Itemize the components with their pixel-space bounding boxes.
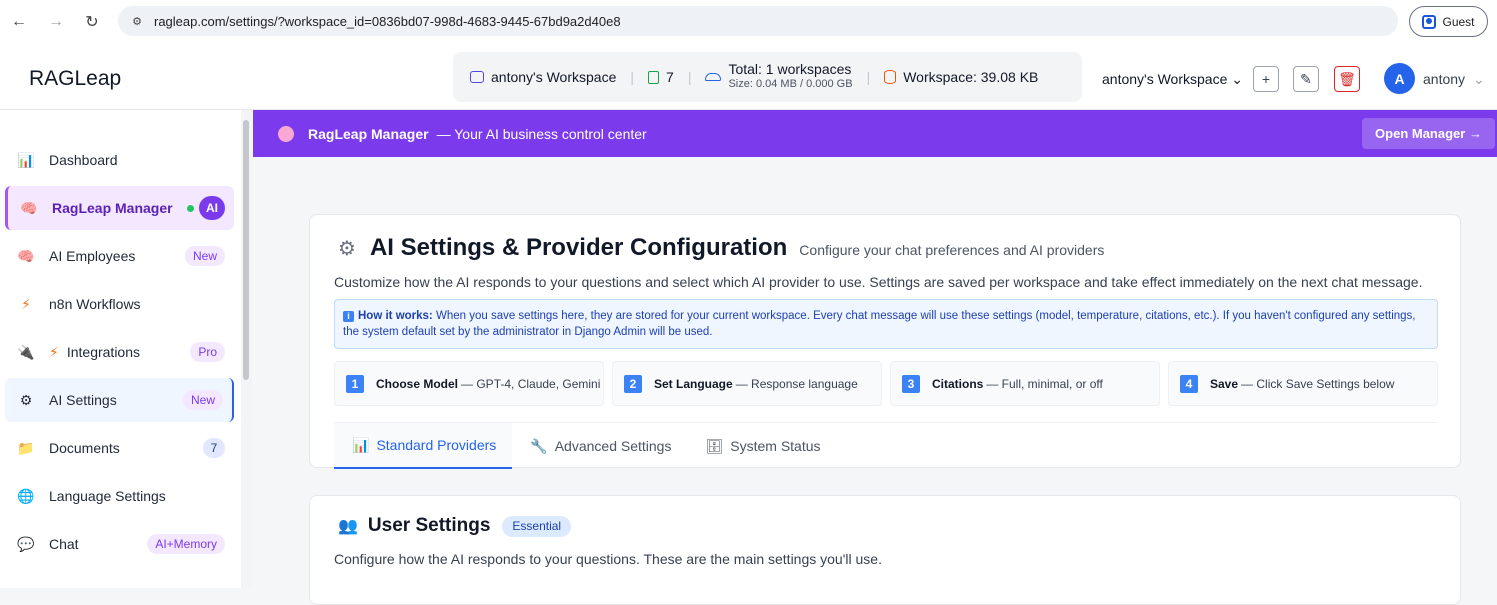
sidebar-item-dashboard[interactable]: 📊 Dashboard — [5, 138, 234, 182]
url-text: ragleap.com/settings/?workspace_id=0836b… — [154, 13, 621, 29]
essential-badge: Essential — [502, 515, 572, 537]
banner-title: RagLeap Manager — [308, 125, 429, 142]
sidebar-item-chat[interactable]: 💬 Chat AI+Memory — [5, 522, 234, 566]
app-header: RAGLeap antony's Workspace | 7 | Total: … — [0, 44, 1497, 110]
address-bar[interactable]: ⚙ ragleap.com/settings/?workspace_id=083… — [118, 6, 1398, 36]
open-manager-button[interactable]: Open Manager → — [1362, 118, 1495, 149]
settings-tabs: 📊 Standard Providers 🔧 Advanced Settings… — [334, 422, 1438, 469]
gear-icon: ⚙ — [19, 391, 33, 408]
browser-toolbar: ← → ↻ ⚙ ragleap.com/settings/?workspace_… — [0, 0, 1497, 44]
trash-icon: 🗑 — [1338, 70, 1356, 87]
count-badge: 7 — [203, 438, 225, 458]
brain-icon — [278, 125, 294, 142]
step-save: 4 Save — Click Save Settings below — [1168, 361, 1438, 406]
reload-icon[interactable]: ↻ — [81, 11, 103, 33]
person-icon — [1422, 14, 1437, 29]
sidebar-item-ai-employees[interactable]: 🧠 AI Employees New — [5, 234, 234, 278]
step-choose-model: 1 Choose Model — GPT-4, Claude, Gemini — [334, 361, 604, 406]
page-title: ⚙ AI Settings & Provider Configuration C… — [338, 234, 1105, 261]
page-subtitle: Configure your chat preferences and AI p… — [799, 242, 1105, 258]
sidebar-item-language-settings[interactable]: 🌐 Language Settings — [5, 474, 234, 518]
users-icon: 👥 — [338, 518, 358, 535]
step-set-language: 2 Set Language — Response language — [612, 361, 882, 406]
document-icon — [648, 70, 660, 84]
brain-icon: 🧠 — [17, 247, 35, 264]
tab-standard-providers[interactable]: 📊 Standard Providers — [334, 423, 513, 469]
lightning-icon: ⚡ — [21, 295, 31, 312]
divider: | — [687, 69, 692, 85]
edit-workspace-button[interactable]: ✎ — [1293, 66, 1319, 92]
section-title: 👥 User Settings Essential — [338, 515, 572, 537]
gear-icon: ⚙ — [338, 238, 356, 260]
online-dot — [187, 205, 194, 212]
wrench-icon: 🔧 — [530, 437, 548, 454]
plus-icon: + — [1261, 71, 1271, 87]
box-icon — [470, 71, 484, 83]
workspace-stats: antony's Workspace | 7 | Total: 1 worksp… — [453, 52, 1082, 102]
chevron-down-icon: ⌄ — [1231, 71, 1243, 87]
section-description: Configure how the AI responds to your qu… — [334, 551, 882, 567]
bar-chart-icon: 📊 — [17, 151, 35, 168]
banner-subtitle: — Your AI business control center — [436, 125, 647, 142]
site-settings-icon[interactable]: ⚙ — [128, 12, 146, 30]
workspace-size: Workspace: 39.08 KB — [884, 69, 1038, 85]
delete-workspace-button[interactable]: 🗑 — [1334, 66, 1360, 92]
brand-logo[interactable]: RAGLeap — [29, 67, 121, 91]
doc-count: 7 — [648, 69, 674, 85]
profile-button[interactable]: Guest — [1409, 6, 1488, 37]
back-arrow-icon[interactable]: ← — [8, 11, 30, 33]
edit-icon: ✎ — [1300, 70, 1312, 87]
workspace-name: antony's Workspace — [470, 69, 616, 85]
tab-system-status[interactable]: 🗄 System Status — [687, 423, 836, 469]
lightning-icon: ⚡ — [49, 343, 59, 360]
workspace-select[interactable]: antony's Workspace ⌄ — [1102, 71, 1243, 88]
status-badge: New — [182, 390, 223, 410]
step-citations: 3 Citations — Full, minimal, or off — [890, 361, 1160, 406]
folder-icon: 📁 — [17, 439, 35, 456]
add-workspace-button[interactable]: + — [1253, 66, 1279, 92]
settings-description: Customize how the AI responds to your qu… — [334, 274, 1423, 290]
status-badge: Pro — [190, 342, 225, 362]
forward-arrow-icon[interactable]: → — [45, 11, 67, 33]
divider: | — [866, 69, 871, 85]
divider: | — [630, 69, 635, 85]
sidebar-item-integrations[interactable]: 🔌 ⚡ Integrations Pro — [5, 330, 234, 374]
tab-advanced-settings[interactable]: 🔧 Advanced Settings — [512, 423, 687, 469]
user-menu[interactable]: antony ⌄ — [1423, 71, 1485, 88]
user-settings-card: 👥 User Settings Essential Configure how … — [309, 495, 1461, 605]
speech-bubble-icon: 💬 — [17, 535, 35, 552]
sidebar-item-ai-settings[interactable]: ⚙ AI Settings New — [5, 378, 234, 422]
chevron-down-icon: ⌄ — [1472, 71, 1485, 87]
cloud-icon — [705, 73, 722, 81]
bar-chart-icon: 📊 — [352, 436, 370, 453]
status-badge: New — [184, 246, 225, 266]
globe-icon: 🌐 — [17, 487, 35, 504]
info-box: i How it works: When you save settings he… — [334, 299, 1438, 349]
sidebar-scroll-thumb[interactable] — [243, 120, 249, 380]
info-icon: i — [343, 311, 354, 322]
manager-banner: RagLeap Manager — Your AI business contr… — [253, 110, 1497, 157]
total-workspaces: Total: 1 workspaces Size: 0.04 MB / 0.00… — [705, 62, 853, 92]
server-icon: 🗄 — [705, 437, 724, 454]
plug-icon: 🔌 — [17, 343, 35, 360]
sidebar: 📊 Dashboard 🧠 RagLeap Manager AI 🧠 AI Em… — [0, 110, 252, 588]
status-badge: AI+Memory — [147, 534, 225, 554]
database-icon — [884, 70, 897, 84]
sidebar-item-documents[interactable]: 📁 Documents 7 — [5, 426, 234, 470]
status-badge: AI — [199, 196, 225, 220]
sidebar-item-n8n-workflows[interactable]: ⚡ n8n Workflows — [5, 282, 234, 326]
profile-label: Guest — [1442, 14, 1475, 29]
avatar[interactable]: A — [1384, 63, 1415, 94]
sidebar-item-ragleap-manager[interactable]: 🧠 RagLeap Manager AI — [5, 186, 234, 230]
brain-icon: 🧠 — [20, 199, 38, 216]
ai-settings-card: ⚙ AI Settings & Provider Configuration C… — [309, 214, 1461, 469]
